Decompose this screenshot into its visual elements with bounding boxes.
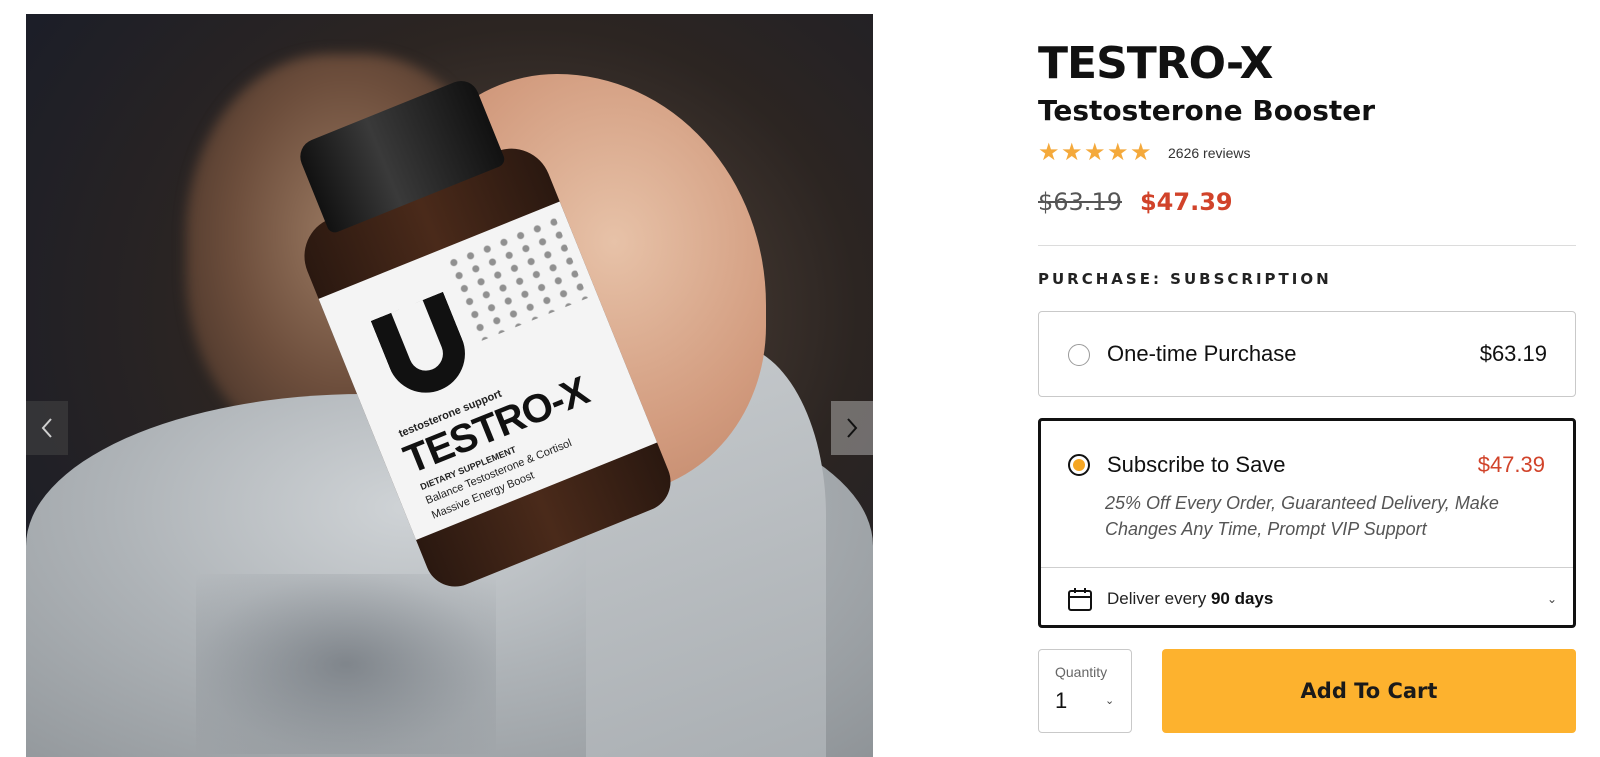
product-subtitle: Testosterone Booster [1038, 94, 1376, 127]
price-block: $63.19 $47.39 [1038, 188, 1233, 216]
sale-price: $47.39 [1139, 188, 1233, 216]
option-price: $47.39 [1477, 452, 1545, 477]
chevron-down-icon: ⌄ [1546, 592, 1557, 606]
star-icon: ★ [1061, 139, 1083, 166]
chevron-left-icon [41, 418, 52, 438]
deliver-value: 90 days [1210, 589, 1274, 608]
star-rating: ★ ★ ★ ★ ★ [1038, 139, 1152, 166]
purchase-type-label: PURCHASE: SUBSCRIPTION [1038, 270, 1332, 288]
star-icon: ★ [1107, 139, 1129, 166]
deliver-prefix: Deliver every [1107, 589, 1207, 608]
shirt-print [196, 574, 496, 754]
product-details: TESTRO-X Testosterone Booster ★ ★ ★ ★ ★ … [1038, 0, 1578, 757]
quantity-value: 1 [1055, 688, 1068, 713]
brand-u-logo [370, 291, 477, 405]
original-price: $63.19 [1038, 188, 1122, 216]
star-icon: ★ [1084, 139, 1106, 166]
chevron-right-icon [847, 418, 858, 438]
review-count-link[interactable]: 2626 reviews [1168, 145, 1251, 161]
subscribe-to-save-option[interactable]: Subscribe to Save $47.39 25% Off Every O… [1038, 418, 1576, 628]
product-rating[interactable]: ★ ★ ★ ★ ★ 2626 reviews [1038, 139, 1251, 166]
chevron-down-icon: ⌄ [1105, 695, 1115, 707]
add-to-cart-button[interactable]: Add To Cart [1162, 649, 1576, 733]
subscribe-radio[interactable] [1068, 454, 1090, 476]
option-title: One-time Purchase [1107, 341, 1297, 366]
divider [1038, 245, 1576, 246]
one-time-purchase-option[interactable]: One-time Purchase $63.19 [1038, 311, 1576, 397]
quantity-select[interactable]: Quantity 1 ⌄ [1038, 649, 1132, 733]
gallery-prev-button[interactable] [26, 401, 68, 455]
calendar-icon [1068, 588, 1092, 611]
quantity-label: Quantity [1055, 664, 1108, 680]
subscription-benefits: 25% Off Every Order, Guaranteed Delivery… [1105, 493, 1499, 539]
star-icon: ★ [1130, 139, 1152, 166]
star-icon: ★ [1038, 139, 1060, 166]
divider [1041, 567, 1573, 568]
option-price: $63.19 [1479, 341, 1547, 366]
option-title: Subscribe to Save [1107, 452, 1286, 477]
one-time-radio[interactable] [1068, 344, 1090, 366]
gallery-next-button[interactable] [831, 401, 873, 455]
product-title: TESTRO-X [1038, 38, 1273, 89]
delivery-frequency-select[interactable]: Deliver every 90 days ⌄ [1067, 584, 1557, 614]
product-image-gallery: testosterone support TESTRO-X DIETARY SU… [26, 14, 873, 757]
delivery-frequency-text: Deliver every 90 days [1107, 589, 1273, 609]
